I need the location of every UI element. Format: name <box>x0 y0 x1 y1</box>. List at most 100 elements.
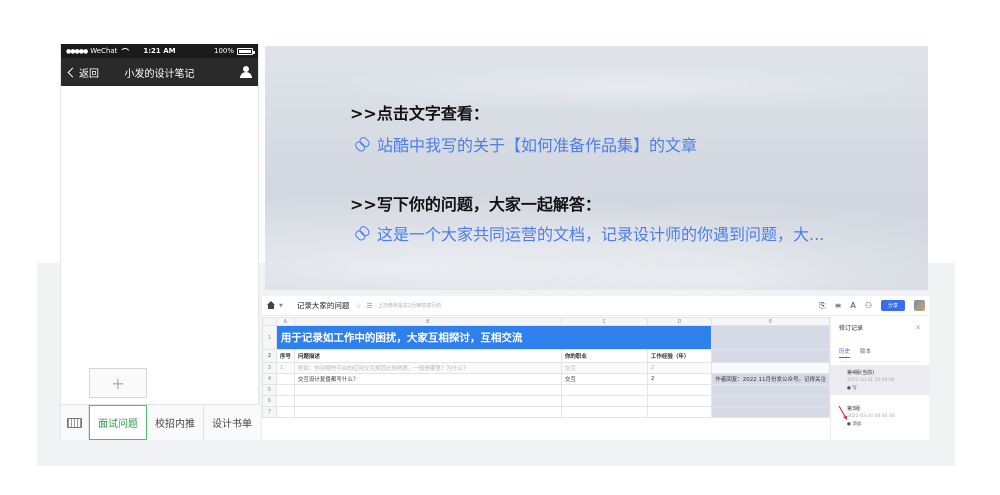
menu-icon[interactable]: ☰ <box>367 302 373 310</box>
cell[interactable] <box>560 406 648 418</box>
carrier-label: WeChat <box>90 47 118 55</box>
cell[interactable] <box>275 373 295 385</box>
sheet-toolbar: ▼ 记录大家的问题 ☆ ☰ 上次修改是在2分钟前进行的 ⎘ ≡ A ⚇ 分享 <box>262 296 929 316</box>
column-header[interactable]: E <box>711 317 830 326</box>
tab-history[interactable]: 历史 <box>839 347 851 358</box>
tab-versions[interactable]: 版本 <box>860 347 871 358</box>
revision-title: 修订记录 <box>839 325 864 332</box>
cell[interactable]: 2 <box>646 362 713 374</box>
header-cell[interactable]: 序号 <box>275 349 295 363</box>
revision-time: 2022-10-31 20:04:04 <box>847 378 895 383</box>
table-row: 3 1 例如：你对哪些平台的应用交互规范比较熟悉，一般是哪里？为什么？ 交互 2 <box>262 362 830 374</box>
cell[interactable] <box>293 406 562 418</box>
cell[interactable] <box>293 395 562 407</box>
battery-icon <box>237 47 255 55</box>
cell[interactable] <box>646 384 713 396</box>
caret-down-icon[interactable]: ▼ <box>279 303 283 309</box>
cell[interactable] <box>275 395 295 407</box>
cell[interactable] <box>711 325 830 350</box>
cell[interactable] <box>560 384 648 396</box>
sheet-title-cell[interactable]: 用于记录如工作中的困扰，大家互相探讨，互相交流 <box>275 325 713 350</box>
row-number[interactable]: 7 <box>262 406 277 418</box>
row-number[interactable]: 5 <box>262 384 277 396</box>
cell[interactable] <box>646 395 713 407</box>
cell[interactable] <box>275 406 295 418</box>
bottom-menu: 面试问题 校招内推 设计书单 <box>61 404 260 440</box>
column-header[interactable]: C <box>560 317 648 326</box>
link-icon <box>352 134 372 154</box>
revision-user: ● 添加 <box>847 422 862 427</box>
reply-cell[interactable]: 作者回复：2022 11月份发公众号。记得关注 <box>711 373 830 385</box>
font-size-icon[interactable]: A <box>850 301 855 310</box>
revision-panel: 修订记录 ✕ 历史 版本 第4版(当前) 2022-10-31 20:04:04… <box>830 317 929 440</box>
row-number[interactable]: 1 <box>262 325 277 350</box>
info-banner: >>点击文字查看： 站酷中我写的关于【如何准备作品集】的文章 >>写下你的问题，… <box>265 46 928 290</box>
cell[interactable]: 1 <box>275 362 295 374</box>
export-icon[interactable]: ⎘ <box>819 301 825 311</box>
column-header[interactable]: D <box>646 317 713 326</box>
header-cell[interactable]: 你的职业 <box>560 349 648 363</box>
menu-tab-campus[interactable]: 校招内推 <box>147 405 204 440</box>
cell[interactable]: 交互设计复盘都写什么？ <box>293 373 562 385</box>
revision-entry[interactable]: 第3版 2022-03-30 00:46:40 ● 添加 <box>831 401 929 431</box>
menu-tab-books[interactable]: 设计书单 <box>204 405 260 440</box>
menu-tab-interview[interactable]: 面试问题 <box>89 405 147 440</box>
cell[interactable] <box>275 384 295 396</box>
table-row: 1 用于记录如工作中的困扰，大家互相探讨，互相交流 <box>262 325 830 350</box>
cell[interactable] <box>560 395 648 407</box>
close-icon[interactable]: ✕ <box>915 324 921 332</box>
column-header[interactable]: A <box>275 317 295 326</box>
table-row: 7 <box>262 406 830 418</box>
revision-entry[interactable]: 第4版(当前) 2022-10-31 20:04:04 ● 写 <box>831 365 929 395</box>
cell[interactable] <box>646 406 713 418</box>
doc-title[interactable]: 记录大家的问题 <box>297 300 350 311</box>
add-button[interactable]: + <box>89 368 147 398</box>
cell[interactable] <box>711 406 830 418</box>
table-row: 4 交互设计复盘都写什么？ 交互 2 作者回复：2022 11月份发公众号。记得… <box>262 373 830 385</box>
revision-user: ● 写 <box>847 386 857 391</box>
keyboard-toggle[interactable] <box>61 405 89 440</box>
article-link[interactable]: 站酷中我写的关于【如何准备作品集】的文章 <box>355 132 697 156</box>
cell[interactable] <box>711 384 830 396</box>
list-icon[interactable]: ≡ <box>835 301 842 310</box>
row-number[interactable]: 6 <box>262 395 277 407</box>
sheet-grid: A B C D E 1 用于记录如工作中的困扰，大家互相探讨，互相交流 2 序号… <box>262 317 830 440</box>
header-cell[interactable]: 工作经验（年） <box>646 349 713 363</box>
back-label: 返回 <box>79 68 99 80</box>
row-number[interactable]: 2 <box>262 349 277 363</box>
cell[interactable]: 例如：你对哪些平台的应用交互规范比较熟悉，一般是哪里？为什么？ <box>293 362 562 374</box>
add-user-icon[interactable]: ⚇ <box>865 301 872 310</box>
cell[interactable]: 交互 <box>560 373 648 385</box>
row-number[interactable]: 3 <box>262 362 277 374</box>
save-status: 上次修改是在2分钟前进行的 <box>377 303 442 309</box>
wifi-icon <box>120 48 128 54</box>
signal-icon: ●●●●● <box>66 47 88 55</box>
column-header[interactable]: B <box>293 317 562 326</box>
cell[interactable]: 2 <box>646 373 713 385</box>
row-number[interactable]: 4 <box>262 373 277 385</box>
revision-time: 2022-03-30 00:46:40 <box>847 414 895 419</box>
avatar[interactable] <box>914 300 925 311</box>
banner-heading-2: >>写下你的问题，大家一起解答： <box>350 195 601 214</box>
home-icon[interactable] <box>266 301 276 310</box>
cell[interactable] <box>711 395 830 407</box>
doc-link[interactable]: 这是一个大家共同运营的文档，记录设计师的你遇到问题，大... <box>355 221 824 245</box>
spreadsheet-window: ▼ 记录大家的问题 ☆ ☰ 上次修改是在2分钟前进行的 ⎘ ≡ A ⚇ 分享 A… <box>262 296 929 440</box>
revision-name: 第3版 <box>847 406 861 412</box>
table-row: 5 <box>262 384 830 396</box>
status-bar: ●●●●● WeChat 1:21 AM 100% <box>61 44 258 58</box>
cell[interactable] <box>711 362 830 374</box>
user-icon[interactable] <box>240 66 252 78</box>
cell[interactable] <box>293 384 562 396</box>
back-button[interactable]: 返回 <box>67 65 99 80</box>
table-row: 6 <box>262 395 830 407</box>
share-button[interactable]: 分享 <box>880 300 905 311</box>
table-row: 2 序号 问题描述 你的职业 工作经验（年） <box>262 349 830 363</box>
cell[interactable]: 交互 <box>560 362 648 374</box>
header-cell[interactable]: 问题描述 <box>293 349 562 363</box>
cell[interactable] <box>711 349 830 363</box>
banner-heading-1: >>点击文字查看： <box>350 104 489 123</box>
star-icon[interactable]: ☆ <box>355 302 361 310</box>
battery-percent: 100% <box>213 47 234 55</box>
corner-cell[interactable] <box>262 317 277 326</box>
